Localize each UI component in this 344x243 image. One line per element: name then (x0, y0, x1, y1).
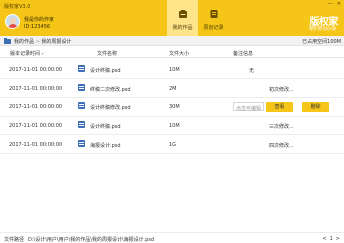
row-file-size: 10M (169, 67, 180, 73)
psd-file-icon (78, 140, 85, 147)
table-row[interactable]: 2017-11-01 00:00:00 设计终稿.psd 10M 无 (0, 61, 344, 79)
breadcrumb-path: 我的作品 > 我的周报设计 (14, 38, 71, 45)
row-file-name[interactable]: 设计终稿修改.psd (90, 104, 131, 111)
row-time: 2017-11-01 00:00:00 (9, 142, 63, 148)
user-name: 我是你的作家 (24, 17, 55, 23)
minimize-icon[interactable]: — (328, 2, 333, 7)
note-edit-input[interactable]: 点击可编辑 (233, 102, 264, 112)
breadcrumb-root[interactable]: 我的作品 (14, 39, 34, 45)
row-note: 四次修改... (269, 143, 294, 149)
row-file-size: 2M (169, 86, 177, 92)
brand-slogan: 保护原创价值 (309, 27, 336, 32)
row-time: 2017-11-01 00:00:00 (9, 67, 63, 73)
psd-file-icon (78, 102, 85, 109)
table-row[interactable]: 2017-11-01 00:00:00 终稿二次修改.psd 2M 初次修改..… (0, 80, 344, 98)
table-row[interactable]: 2017-11-01 00:00:00 海报设计.psd 1G 四次修改... (0, 136, 344, 154)
row-file-name[interactable]: 终稿二次修改.psd (90, 86, 131, 93)
row-file-size: 10M (169, 123, 180, 129)
row-file-name[interactable]: 海报设计.psd (90, 142, 121, 149)
row-file-size: 30M (169, 104, 180, 110)
table-row[interactable]: 2017-11-01 00:00:00 设计终稿.psd 10M 三次修改... (0, 117, 344, 135)
column-header-time[interactable]: 版本记录时间 ▾ (10, 50, 44, 57)
tab-original-records[interactable]: 原创记录 (198, 0, 229, 36)
window-controls: — ✕ (328, 2, 341, 7)
storage-usage: 已占用空间100M (302, 39, 341, 45)
file-path-value: D:\设计\用户\用户\我的作品\我的周报设计\海报设计.psd (28, 237, 155, 243)
close-icon[interactable]: ✕ (337, 2, 341, 7)
works-icon (179, 10, 187, 18)
row-note: 无 (249, 68, 255, 74)
row-note: 初次修改... (269, 87, 294, 93)
breadcrumb: 我的作品 > 我的周报设计 已占用空间100M (0, 36, 344, 46)
app-window: 版权家V3.0 我是你的作家 ID:123456 我的作品 原创记录 — ✕ 版… (0, 0, 344, 243)
pagination: < 1 > (322, 236, 340, 242)
avatar[interactable] (5, 14, 20, 29)
row-file-size: 1G (169, 142, 177, 148)
column-header-note: 备注信息 (233, 51, 254, 57)
column-header-file: 文件名称 (97, 51, 118, 57)
breadcrumb-separator-icon: > (35, 39, 40, 45)
row-note: 三次修改... (269, 124, 294, 130)
psd-file-icon (78, 84, 85, 91)
avatar-body (8, 24, 18, 28)
delete-button[interactable]: 删除 (302, 102, 329, 112)
status-bar: 文件路径 D:\设计\用户\用户\我的作品\我的周报设计\海报设计.psd < … (0, 232, 344, 243)
user-id: ID:123456 (24, 24, 51, 30)
column-header-time-label: 版本记录时间 (10, 51, 41, 57)
sort-icon[interactable]: ▾ (42, 51, 44, 56)
tab-my-works-label: 我的作品 (172, 25, 193, 31)
row-time: 2017-11-01 00:00:00 (9, 123, 63, 129)
row-file-name[interactable]: 设计终稿.psd (90, 123, 121, 130)
current-page: 1 (329, 236, 333, 242)
app-title: 版权家V3.0 (4, 4, 31, 10)
tab-my-works[interactable]: 我的作品 (167, 0, 198, 36)
prev-page-button[interactable]: < (322, 236, 326, 242)
psd-file-icon (78, 65, 85, 72)
top-bar: 版权家V3.0 我是你的作家 ID:123456 我的作品 原创记录 — ✕ 版… (0, 0, 344, 36)
column-header-size: 文件大小 (169, 51, 190, 57)
row-time: 2017-11-01 00:00:00 (9, 104, 63, 110)
tab-original-records-label: 原创记录 (203, 25, 224, 31)
psd-file-icon (78, 121, 85, 128)
table-header: 版本记录时间 ▾ 文件名称 文件大小 备注信息 (0, 48, 344, 58)
view-button[interactable]: 查看 (266, 102, 293, 112)
folder-icon (4, 38, 11, 44)
next-page-button[interactable]: > (336, 236, 340, 242)
breadcrumb-current: 我的周报设计 (41, 39, 72, 45)
records-icon (210, 10, 218, 18)
note-placeholder: 点击可编辑 (236, 106, 262, 112)
file-path-label: 文件路径 (4, 237, 25, 243)
row-time: 2017-11-01 00:00:00 (9, 86, 63, 92)
table-row-selected[interactable]: 2017-11-01 00:00:00 设计终稿修改.psd 30M 点击可编辑… (0, 98, 344, 117)
row-file-name[interactable]: 设计终稿.psd (90, 67, 121, 74)
